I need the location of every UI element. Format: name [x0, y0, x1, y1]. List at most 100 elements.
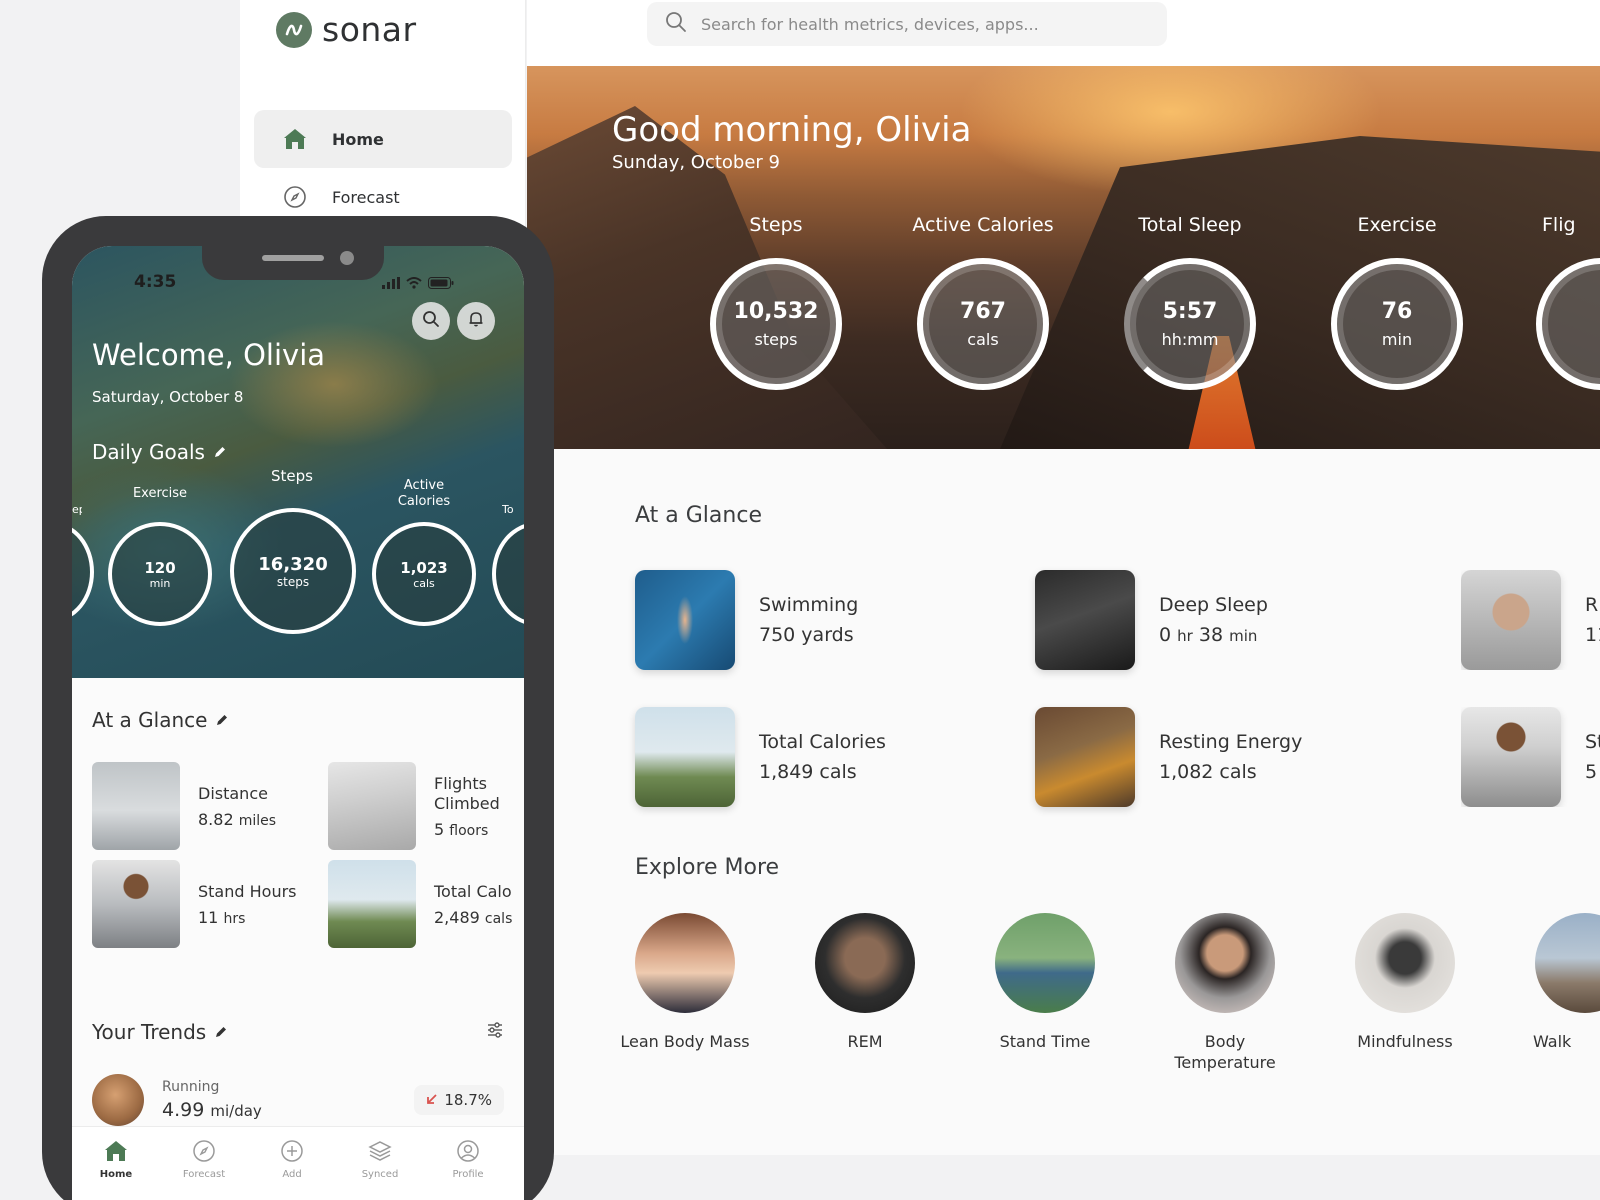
explore-item-body-temperature[interactable]: Body Temperature [1155, 913, 1295, 1073]
trend-change-value: 18.7% [444, 1091, 492, 1109]
value: 8.82 [198, 809, 234, 829]
metric-label: Exercise [1357, 214, 1437, 236]
explore-item-mindfulness[interactable]: Mindfulness [1335, 913, 1475, 1052]
body-temperature-photo [1175, 913, 1275, 1013]
goal-ring-active-calories[interactable]: 1,023 cals [372, 522, 476, 626]
goal-ring-exercise[interactable]: 120 min [108, 522, 212, 626]
card-title: Swimming [759, 594, 859, 616]
card-value: 5 [1585, 761, 1598, 783]
pencil-icon [214, 1020, 228, 1044]
card-title: Total Calo [434, 881, 512, 901]
card-title: Total Calories [759, 731, 886, 753]
explore-item-rem[interactable]: REM [795, 913, 935, 1052]
unit: mi/day [210, 1102, 262, 1120]
hero-background-ridge [1000, 136, 1600, 449]
phone-glance-header[interactable]: At a Glance [92, 708, 229, 732]
phone-card-stand-hours[interactable]: Stand Hours 11 hrs [92, 860, 297, 948]
goal-ring-partial-right[interactable] [492, 522, 524, 626]
hero-metric-flights[interactable]: Flig [1529, 214, 1600, 390]
flights-climbed-photo [328, 762, 416, 850]
card-value: 2,489 cals [434, 908, 512, 927]
home-icon [282, 126, 308, 152]
explore-item-walk[interactable]: Walk [1515, 913, 1600, 1052]
battery-icon [428, 274, 454, 293]
phone-hero: 4:35 Welcome, Olivia Saturday, October 8… [72, 246, 524, 678]
trend-label: Running [162, 1079, 220, 1095]
tab-label: Add [282, 1169, 302, 1180]
phone-glance-title: At a Glance [92, 708, 208, 732]
phone-card-total-calories[interactable]: Total Calo 2,489 cals [328, 860, 524, 948]
meditation-photo [1461, 570, 1561, 670]
goal-label-partial-left: ep [72, 503, 82, 516]
notifications-button[interactable] [457, 302, 495, 340]
glance-card-partial-2[interactable]: St 5 [1461, 707, 1600, 807]
compass-icon [282, 184, 308, 210]
card-title: Stand Hours [198, 881, 297, 901]
phone-total-calories-photo [328, 860, 416, 948]
tab-forecast[interactable]: Forecast [169, 1137, 239, 1180]
card-value: 8.82 miles [198, 810, 276, 829]
glance-card-deep-sleep[interactable]: Deep Sleep 0 hr 38 min [1035, 570, 1268, 670]
unit: miles [238, 812, 277, 829]
filter-sliders-icon[interactable] [486, 1020, 504, 1044]
daily-goals-header[interactable]: Daily Goals [92, 440, 227, 464]
tab-profile[interactable]: Profile [433, 1137, 503, 1180]
phone-notch [202, 246, 384, 280]
goal-ring-steps[interactable]: 16,320 steps [230, 508, 356, 634]
progress-ring: 10,532 steps [710, 258, 842, 390]
progress-ring: 767 cals [917, 258, 1049, 390]
explore-item-lean-body-mass[interactable]: Lean Body Mass [615, 913, 755, 1052]
sidebar-item-home[interactable]: Home [254, 110, 512, 168]
pencil-icon [215, 708, 229, 732]
tab-synced[interactable]: Synced [345, 1137, 415, 1180]
glance-card-swimming[interactable]: Swimming 750 yards [635, 570, 858, 670]
tab-add[interactable]: Add [257, 1137, 327, 1180]
distance-photo [92, 762, 180, 850]
glance-card-resting-energy[interactable]: Resting Energy 1,082 cals [1035, 707, 1302, 807]
metric-label: Steps [749, 214, 803, 236]
metric-value: 5:57 [1162, 299, 1218, 324]
value: 4.99 [162, 1099, 205, 1121]
status-icons [382, 274, 454, 293]
bell-icon [467, 310, 485, 332]
card-title: Flights Climbed [434, 774, 500, 814]
glance-section-title: At a Glance [635, 503, 762, 528]
goal-ring-partial-left[interactable] [72, 522, 94, 622]
card-title: Deep Sleep [1159, 594, 1268, 616]
explore-section-title: Explore More [635, 855, 780, 880]
goal-value: 120 [144, 558, 176, 577]
swimming-photo [635, 570, 735, 670]
label-line: Active [403, 478, 445, 493]
hero-metric-exercise[interactable]: Exercise 76 min [1322, 214, 1472, 390]
trends-header[interactable]: Your Trends [92, 1020, 504, 1044]
hero-metric-total-sleep[interactable]: Total Sleep 5:57 hh:mm [1115, 214, 1265, 390]
trend-change-badge: 18.7% [414, 1085, 504, 1115]
card-value: 1,849 cals [759, 761, 857, 783]
stand-hours-photo [92, 860, 180, 948]
explore-item-stand-time[interactable]: Stand Time [975, 913, 1115, 1052]
tab-label: Home [99, 1169, 133, 1180]
card-title: St [1585, 731, 1600, 753]
hero-date: Sunday, October 9 [612, 152, 781, 173]
search-bar[interactable] [647, 2, 1167, 46]
tab-label: Profile [452, 1169, 484, 1180]
search-icon [665, 11, 687, 37]
running-avatar [92, 1074, 144, 1126]
search-input[interactable] [701, 14, 1121, 34]
tab-home[interactable]: Home [81, 1137, 151, 1180]
glance-card-total-calories[interactable]: Total Calories 1,849 cals [635, 707, 886, 807]
plus-circle-icon [257, 1137, 327, 1165]
phone-card-distance[interactable]: Distance 8.82 miles [92, 762, 276, 850]
hero-metric-steps[interactable]: Steps 10,532 steps [701, 214, 851, 390]
glance-card-partial-1[interactable]: R 11. [1461, 570, 1600, 670]
explore-label: REM [847, 1032, 883, 1051]
hero-metric-active-calories[interactable]: Active Calories 767 cals [908, 214, 1058, 390]
trend-row-running[interactable]: Running 4.99 mi/day 18.7% [92, 1074, 504, 1126]
card-value: 5 floors [434, 820, 500, 839]
card-title: Resting Energy [1159, 731, 1303, 753]
metric-label: Total Sleep [1138, 214, 1242, 236]
stand-photo [1461, 707, 1561, 807]
phone-search-button[interactable] [412, 302, 450, 340]
brand-logo[interactable]: sonar [276, 10, 417, 49]
phone-card-flights-climbed[interactable]: Flights Climbed 5 floors [328, 762, 500, 850]
